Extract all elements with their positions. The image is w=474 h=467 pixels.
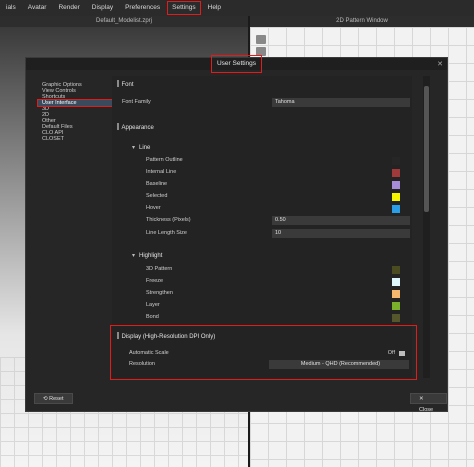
color-row: Baseline (146, 179, 406, 190)
row-label: Hover (146, 205, 161, 211)
menu-render[interactable]: Render (52, 0, 85, 16)
row-label: 3D Pattern (146, 266, 173, 272)
row-label: Strengthen (146, 290, 173, 296)
color-row: Bond (146, 312, 406, 323)
color-swatch[interactable] (392, 181, 400, 189)
color-row: Internal Line (146, 167, 406, 178)
color-swatch[interactable] (392, 157, 400, 165)
line-subheader[interactable]: ▾ Line (132, 144, 150, 151)
menu-settings[interactable]: Settings (166, 0, 202, 16)
settings-scrollbar[interactable] (423, 76, 430, 378)
font-family-select[interactable]: Tahoma (272, 98, 410, 107)
close-icon: ✕ (419, 396, 424, 402)
color-row: Selected (146, 191, 406, 202)
color-swatch[interactable] (392, 193, 400, 201)
highlight-heading: Highlight (139, 253, 163, 259)
row-label: Pattern Outline (146, 157, 183, 163)
menu-preferences[interactable]: Preferences (119, 0, 166, 16)
color-swatch[interactable] (392, 169, 400, 177)
font-section-header: Font (117, 80, 134, 88)
display-highlight-box (110, 325, 417, 380)
scrollbar-thumb[interactable] (424, 86, 429, 212)
row-label: Freeze (146, 278, 164, 284)
pattern-tool-icon[interactable] (256, 35, 266, 44)
length-input[interactable]: 10 (272, 229, 410, 238)
menu-help[interactable]: Help (202, 0, 227, 16)
row-label: Internal Line (146, 169, 177, 175)
menubar: ials Avatar Render Display Preferences S… (0, 0, 474, 16)
color-row: Freeze (146, 276, 406, 287)
menu-materials[interactable]: ials (0, 0, 22, 16)
row-label: Selected (146, 193, 168, 199)
color-row: Strengthen (146, 288, 406, 299)
row-label: Layer (146, 302, 160, 308)
row-label: Bond (146, 314, 159, 320)
pattern-tool-icon[interactable] (256, 47, 266, 56)
font-family-label: Font Family (122, 99, 151, 105)
dialog-titlebar: User Settings ✕ (26, 55, 447, 73)
reset-button[interactable]: ⟲ Reset (34, 393, 73, 404)
thickness-row: Thickness (Pixels) 0.50 (146, 215, 410, 226)
color-swatch[interactable] (392, 278, 400, 286)
highlight-subheader[interactable]: ▾ Highlight (132, 252, 162, 259)
font-family-row: Font Family Tahoma (122, 97, 410, 108)
color-row: Hover (146, 203, 406, 214)
user-settings-dialog: User Settings ✕ Graphic Options View Con… (25, 55, 448, 413)
color-row: 3D Pattern (146, 264, 406, 275)
chevron-down-icon: ▾ (132, 253, 136, 259)
reset-label: Reset (49, 396, 64, 402)
appearance-section-header: Appearance (117, 123, 154, 131)
row-label: Baseline (146, 181, 168, 187)
close-button[interactable]: ✕ Close (410, 393, 447, 413)
menu-avatar[interactable]: Avatar (22, 0, 53, 16)
thickness-input[interactable]: 0.50 (272, 216, 410, 225)
close-label: Close (419, 407, 434, 413)
color-swatch[interactable] (392, 266, 400, 274)
color-swatch[interactable] (392, 290, 400, 298)
close-icon[interactable]: ✕ (437, 59, 443, 71)
color-swatch[interactable] (392, 302, 400, 310)
color-swatch[interactable] (392, 314, 400, 322)
color-row: Pattern Outline (146, 155, 406, 166)
viewport-title: Default_Modelist.zprj (0, 16, 248, 27)
color-row: Layer (146, 300, 406, 311)
chevron-down-icon: ▾ (132, 145, 136, 151)
line-heading: Line (139, 145, 151, 151)
color-swatch[interactable] (392, 205, 400, 213)
length-label: Line Length Size (146, 230, 187, 236)
pattern-window-title: 2D Pattern Window (250, 16, 474, 27)
thickness-label: Thickness (Pixels) (146, 217, 191, 223)
dialog-title: User Settings (210, 55, 263, 73)
length-row: Line Length Size 10 (146, 228, 410, 239)
menu-display[interactable]: Display (86, 0, 119, 16)
